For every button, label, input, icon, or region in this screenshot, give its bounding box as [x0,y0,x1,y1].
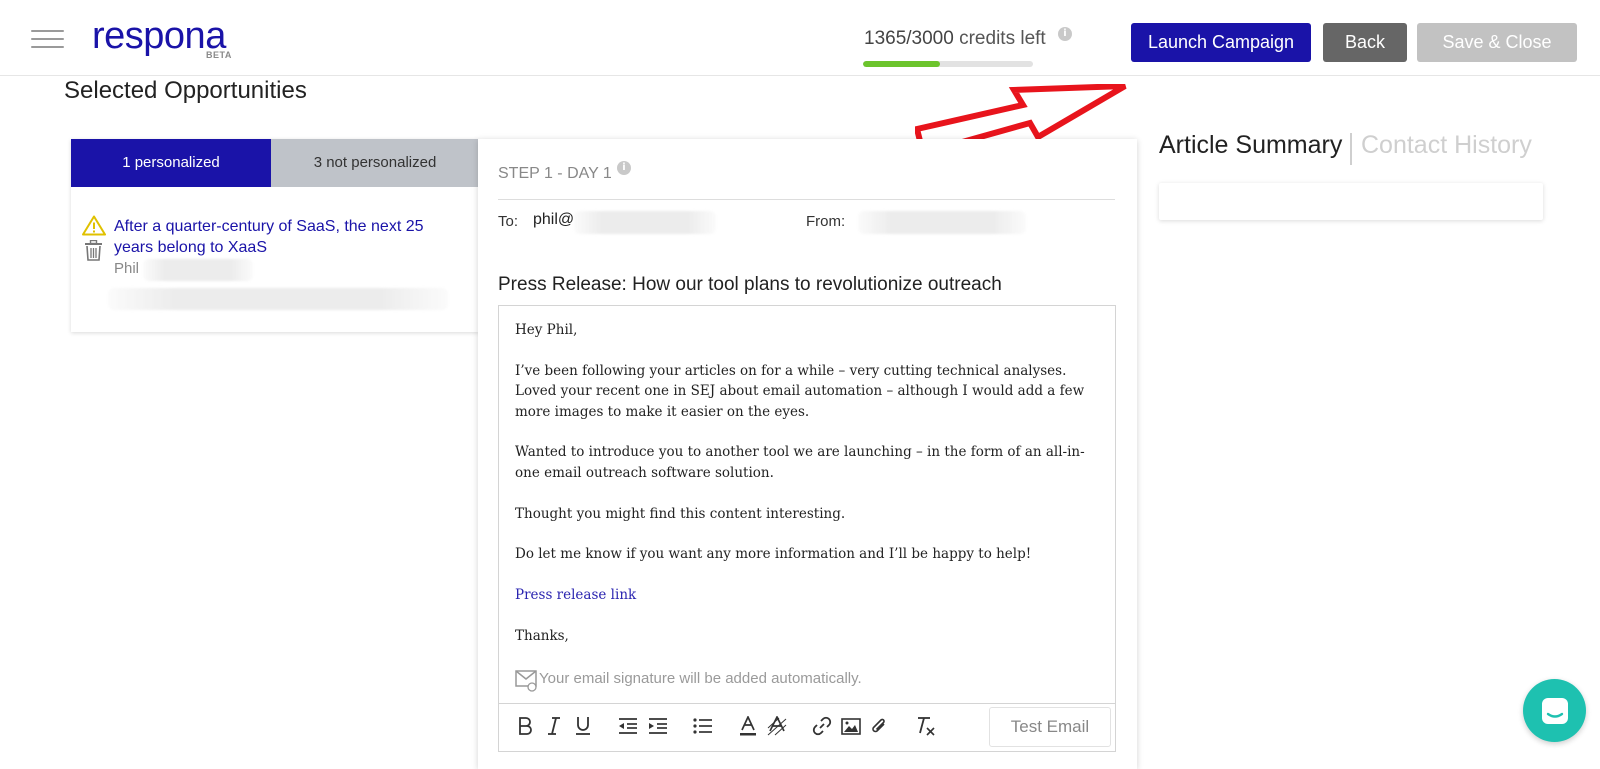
warning-icon [82,215,106,236]
tab-personalized[interactable]: 1 personalized [71,139,271,187]
signature-note: Your email signature will be added autom… [539,670,862,687]
credits-progress-fill [863,61,941,67]
divider [498,199,1115,200]
link-icon[interactable] [811,714,833,738]
redacted-email [574,211,716,234]
opportunity-title-link[interactable]: After a quarter-century of SaaS, the nex… [114,216,464,258]
greeting: Hey Phil, [515,322,578,338]
body-paragraph: Thought you might find this content inte… [515,505,846,522]
chat-icon[interactable] [1523,679,1586,742]
credits-counter: 1365/3000 credits left [864,28,1046,50]
highlight-icon[interactable] [766,714,788,738]
redacted-lastname [143,259,253,281]
to-field[interactable]: phil@ [533,211,574,229]
redacted-url [108,288,448,310]
to-label: To: [498,213,519,230]
italic-icon[interactable] [543,714,565,738]
email-body[interactable]: Hey Phil, I’ve been following your artic… [515,320,1095,667]
indent-icon[interactable] [647,714,669,738]
outdent-icon[interactable] [617,714,639,738]
body-paragraph: I’ve been following your articles on for… [515,362,1085,420]
save-close-button[interactable]: Save & Close [1417,23,1577,62]
trash-icon[interactable] [84,240,103,261]
tab-contact-history[interactable]: Contact History [1361,131,1532,160]
credits-progress-bar [863,61,1033,67]
tab-not-personalized[interactable]: 3 not personalized [271,139,479,187]
from-label: From: [806,213,846,230]
signature-icon [515,670,537,692]
back-button[interactable]: Back [1323,23,1407,62]
test-email-button[interactable]: Test Email [989,707,1111,747]
step-label: STEP 1 - DAY 1 [498,165,612,182]
clear-format-icon[interactable] [914,714,936,738]
tab-article-summary[interactable]: Article Summary [1159,131,1342,160]
credits-value: 1365/3000 [864,28,954,49]
top-header: respona BETA 1365/3000 credits left i La… [0,0,1600,76]
attachment-icon[interactable] [868,714,890,738]
bold-icon[interactable] [514,714,536,738]
launch-campaign-button[interactable]: Launch Campaign [1131,23,1311,62]
subject-field[interactable]: Press Release: How our tool plans to rev… [498,274,1002,296]
divider [1350,133,1352,165]
section-title: Selected Opportunities [64,77,307,104]
info-icon[interactable]: i [617,161,631,175]
redacted-sender[interactable] [858,211,1026,234]
opportunity-contact-name: Phil [114,260,140,277]
menu-icon[interactable] [31,28,64,48]
press-release-link[interactable]: Press release link [515,587,636,603]
article-summary-box [1159,183,1543,220]
beta-badge: BETA [206,50,232,60]
body-paragraph: Do let me know if you want any more info… [515,546,1032,563]
body-paragraph: Wanted to introduce you to another tool … [515,444,1085,481]
image-icon[interactable] [840,714,862,738]
credits-label: credits left [959,28,1046,49]
underline-icon[interactable] [572,714,594,738]
closing: Thanks, [515,628,569,644]
info-icon[interactable]: i [1058,27,1072,41]
bullet-list-icon[interactable] [692,714,714,738]
text-color-icon[interactable] [737,714,759,738]
